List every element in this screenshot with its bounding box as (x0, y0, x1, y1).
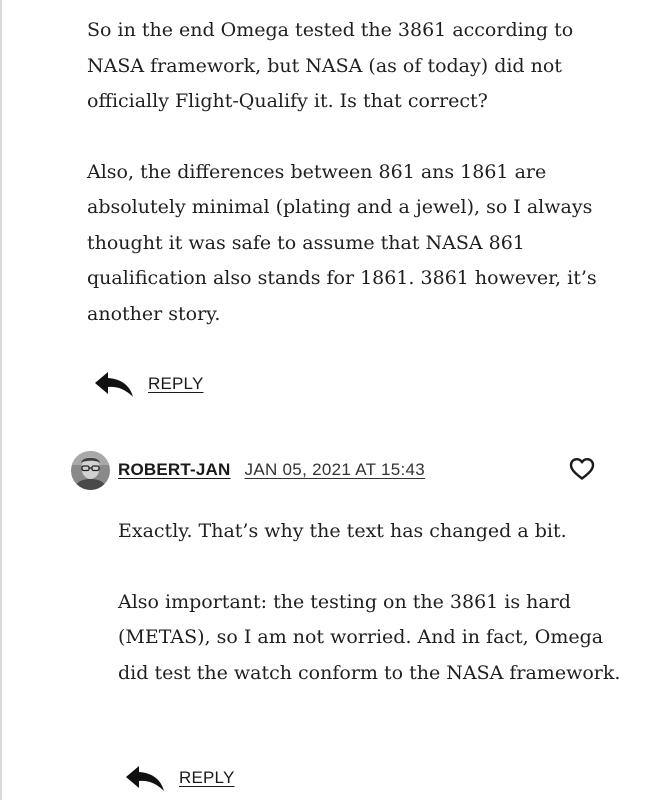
reply-arrow-icon (125, 764, 165, 792)
reply-label: REPLY (148, 374, 204, 393)
comment-paragraph: Also, the differences between 861 ans 18… (87, 160, 597, 325)
comment-paragraph: Also important: the testing on the 3861 … (118, 590, 621, 684)
thread-indent-rule (0, 0, 2, 800)
avatar[interactable] (71, 450, 110, 490)
comment-author[interactable]: ROBERT-JAN (118, 460, 231, 480)
comment-header: ROBERT-JAN JAN 05, 2021 AT 15:43 (71, 449, 601, 491)
heart-icon[interactable] (569, 457, 595, 486)
comment-text: So in the end Omega tested the 3861 acco… (87, 13, 632, 332)
comment-paragraph: So in the end Omega tested the 3861 acco… (87, 19, 574, 112)
reply-label: REPLY (179, 768, 235, 787)
comment-text: Exactly. That’s why the text has changed… (118, 514, 628, 691)
reply-button[interactable]: REPLY (94, 370, 204, 398)
reply-arrow-icon (94, 370, 134, 398)
comment-paragraph: Exactly. That’s why the text has changed… (118, 520, 567, 542)
reply-button[interactable]: REPLY (125, 764, 235, 792)
comment-timestamp[interactable]: JAN 05, 2021 AT 15:43 (245, 460, 426, 480)
